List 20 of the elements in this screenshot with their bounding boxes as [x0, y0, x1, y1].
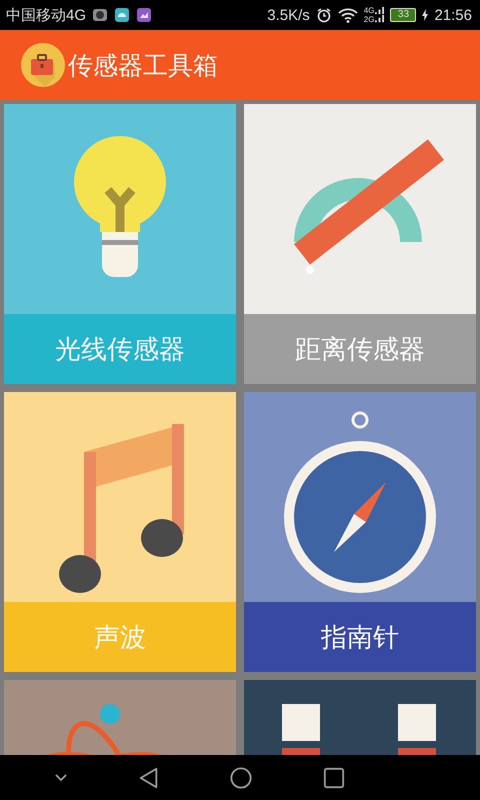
chevron-down-icon[interactable] [55, 774, 68, 782]
alarm-icon [316, 7, 332, 23]
clock: 21:56 [434, 6, 472, 24]
back-icon[interactable] [138, 766, 160, 788]
battery-level: 33 [398, 10, 410, 20]
network-speed: 3.5K/s [267, 6, 310, 24]
toolbox-icon [21, 43, 65, 87]
signal-icon [375, 6, 384, 24]
tile-label[interactable]: 光线传感器 [4, 314, 236, 384]
app-title: 传感器工具箱 [68, 50, 218, 82]
tile-label[interactable]: 距离传感器 [244, 314, 476, 384]
tile-label[interactable]: 声波 [4, 602, 236, 672]
network-type-label: 2G [364, 15, 374, 24]
tile-label[interactable]: 指南针 [244, 602, 476, 672]
home-icon[interactable] [230, 766, 252, 788]
charging-icon [422, 9, 428, 21]
wifi-icon [338, 7, 358, 23]
recent-apps-icon[interactable] [322, 766, 345, 788]
network-type-label: 4G [364, 6, 374, 15]
carrier-name: 中国移动4G [6, 6, 86, 24]
